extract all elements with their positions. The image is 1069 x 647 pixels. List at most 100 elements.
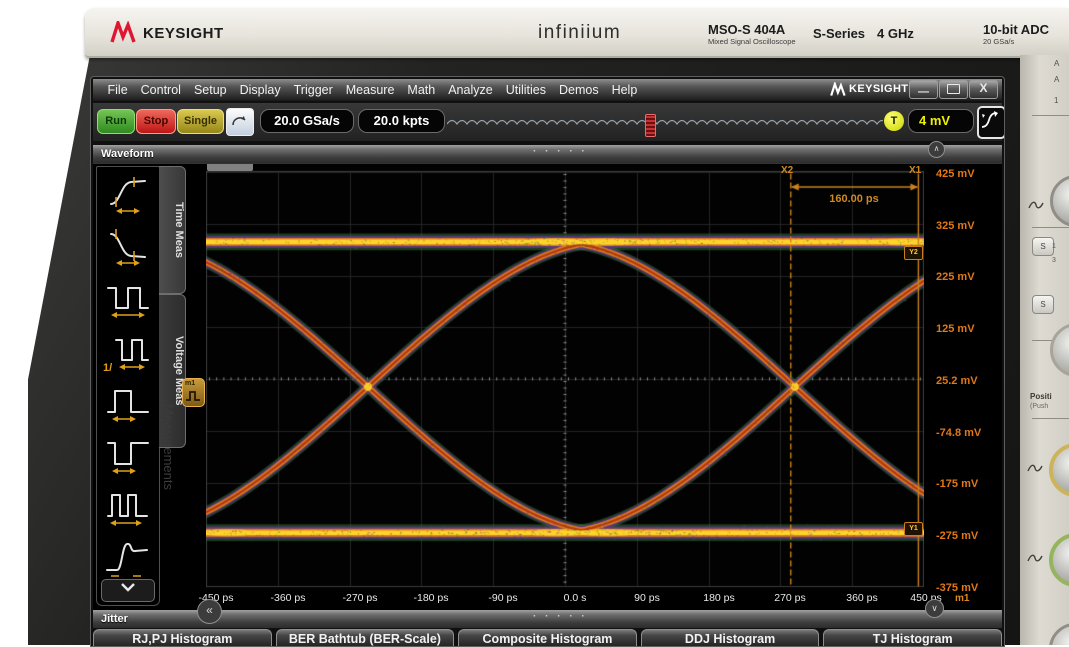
memory-m1-label[interactable]: m1 — [955, 593, 969, 604]
knob-mid[interactable] — [1050, 323, 1069, 377]
x-tick-label: -180 ps — [403, 592, 459, 604]
burst-width-icon[interactable] — [101, 481, 155, 531]
single-button[interactable]: Single — [177, 109, 224, 134]
marker-x1-label[interactable]: X1 — [909, 165, 921, 176]
tab-rjpj-histogram[interactable]: RJ,PJ Histogram — [93, 629, 272, 647]
y-axis-labels: 425 mV 325 mV 225 mV 125 mV 25.2 mV -74.… — [936, 164, 1000, 594]
m1-handle-label: m1 — [185, 380, 195, 387]
y-tick-label: -175 mV — [936, 478, 996, 490]
plot-scroll-tab[interactable] — [207, 164, 253, 171]
eye-diagram-canvas[interactable] — [206, 164, 924, 591]
knob-position-2[interactable] — [1049, 533, 1069, 587]
y-tick-label: -74.8 mV — [936, 427, 996, 439]
overshoot-icon[interactable] — [101, 533, 155, 581]
maximize-button[interactable] — [939, 80, 968, 99]
sample-rate-box[interactable]: 20.0 GSa/s — [260, 109, 354, 133]
push-label: (Push — [1030, 403, 1048, 410]
waveform-panel-title: Waveform — [101, 145, 154, 163]
measurement-icon-strip: 1/ — [96, 166, 160, 606]
menu-utilities[interactable]: Utilities — [499, 83, 552, 97]
tab-time-meas[interactable]: Time Meas — [159, 166, 186, 294]
menu-control[interactable]: Control — [134, 83, 187, 97]
trigger-position-marker[interactable] — [645, 114, 656, 137]
x-tick-label: 360 ps — [834, 592, 890, 604]
knob-position-1[interactable] — [1049, 443, 1069, 497]
front-panel-right: A A 1 S 1 3 S Positi (Push — [1020, 55, 1069, 645]
knob-bottom[interactable] — [1049, 623, 1069, 645]
panel-partial-label: 1 — [1052, 243, 1056, 250]
keysight-spark-icon-white — [830, 82, 847, 97]
x-tick-label: 0.0 s — [547, 592, 603, 604]
menu-math[interactable]: Math — [401, 83, 442, 97]
x-axis-labels: -450 ps -360 ps -270 ps -180 ps -90 ps 0… — [93, 592, 1002, 609]
marker-y2-handle[interactable]: Y2 — [904, 246, 923, 260]
marker-y1-handle[interactable]: Y1 — [904, 522, 923, 536]
positive-pulse-width-icon[interactable] — [101, 377, 155, 427]
bandwidth-label: 4 GHz — [877, 26, 914, 41]
marker-x2-label[interactable]: X2 — [781, 165, 793, 176]
titlebar-brand: KEYSIGHT — [849, 83, 908, 95]
tab-ber-bathtub[interactable]: BER Bathtub (BER-Scale) — [276, 629, 455, 647]
panel-button-2[interactable]: S — [1032, 295, 1054, 314]
touch-button[interactable] — [226, 108, 254, 136]
menu-help[interactable]: Help — [605, 83, 644, 97]
y-tick-label: 25.2 mV — [936, 375, 996, 387]
sine-icon — [1028, 200, 1044, 211]
trigger-level-box[interactable]: 4 mV — [908, 109, 974, 133]
x-tick-label: 90 ps — [619, 592, 675, 604]
panel-divider — [1032, 418, 1069, 419]
panel-divider — [1032, 227, 1069, 228]
menu-measure[interactable]: Measure — [339, 83, 401, 97]
panel-partial-label: A — [1054, 59, 1059, 68]
series-label: S-Series — [813, 26, 865, 41]
close-button[interactable]: X — [969, 80, 998, 99]
y-tick-label: -275 mV — [936, 530, 996, 542]
collapse-up-button[interactable]: ∧ — [928, 141, 945, 158]
knob-top[interactable] — [1050, 175, 1069, 227]
rise-time-icon[interactable] — [101, 169, 155, 219]
stop-button[interactable]: Stop — [136, 109, 176, 134]
memory-depth-box[interactable]: 20.0 kpts — [358, 109, 445, 133]
fall-time-icon[interactable] — [101, 221, 155, 271]
x-tick-label: -360 ps — [260, 592, 316, 604]
collapse-left-button[interactable]: « — [197, 599, 222, 624]
run-button[interactable]: Run — [97, 109, 135, 134]
tab-tj-histogram[interactable]: TJ Histogram — [823, 629, 1002, 647]
menu-demos[interactable]: Demos — [552, 83, 605, 97]
minimize-button[interactable]: — — [909, 80, 938, 99]
panel-divider — [1032, 115, 1069, 116]
menu-setup[interactable]: Setup — [187, 83, 233, 97]
trigger-setup-button[interactable] — [977, 106, 1005, 139]
drag-dots[interactable]: · · · · · — [533, 143, 588, 161]
adc-sub-label: 20 GSa/s — [983, 37, 1014, 46]
adc-label: 10-bit ADC — [983, 22, 1049, 37]
y-tick-label: 325 mV — [936, 220, 996, 232]
instrument-top-strip: KEYSIGHT infiniium S-Series MSO-S 404A M… — [85, 8, 1069, 58]
menu-display[interactable]: Display — [233, 83, 287, 97]
brand-name: KEYSIGHT — [143, 25, 224, 42]
menu-trigger[interactable]: Trigger — [287, 83, 339, 97]
restore-icon — [947, 84, 960, 94]
waveform-panel-header[interactable]: Waveform · · · · · — [93, 145, 1002, 163]
panel-button-1[interactable]: S — [1032, 237, 1054, 256]
trigger-badge[interactable]: T — [884, 111, 904, 131]
sine-icon — [1027, 463, 1043, 474]
period-icon[interactable] — [101, 273, 155, 323]
marker-delta-label: 160.00 ps — [809, 193, 899, 205]
measurements-watermark: Measurements — [161, 404, 176, 490]
scope-screen: File Control Setup Display Trigger Measu… — [90, 76, 1005, 647]
collapse-down-button[interactable]: ∨ — [925, 599, 944, 618]
sine-icon — [1027, 553, 1043, 564]
tab-ddj-histogram[interactable]: DDJ Histogram — [641, 629, 820, 647]
menu-analyze[interactable]: Analyze — [442, 83, 499, 97]
frequency-icon[interactable]: 1/ — [101, 325, 155, 375]
tab-composite-histogram[interactable]: Composite Histogram — [458, 629, 637, 647]
m1-marker-handle[interactable]: m1 — [182, 378, 205, 407]
position-label: Positi — [1030, 392, 1052, 401]
drag-dots[interactable]: · · · · · — [533, 608, 588, 626]
negative-pulse-width-icon[interactable] — [101, 429, 155, 479]
menu-file[interactable]: File — [101, 83, 134, 97]
jitter-tab-row: RJ,PJ Histogram BER Bathtub (BER-Scale) … — [93, 629, 1002, 647]
frequency-prefix-label: 1/ — [103, 362, 112, 374]
jitter-panel-header[interactable]: Jitter · · · · · — [93, 610, 1002, 628]
